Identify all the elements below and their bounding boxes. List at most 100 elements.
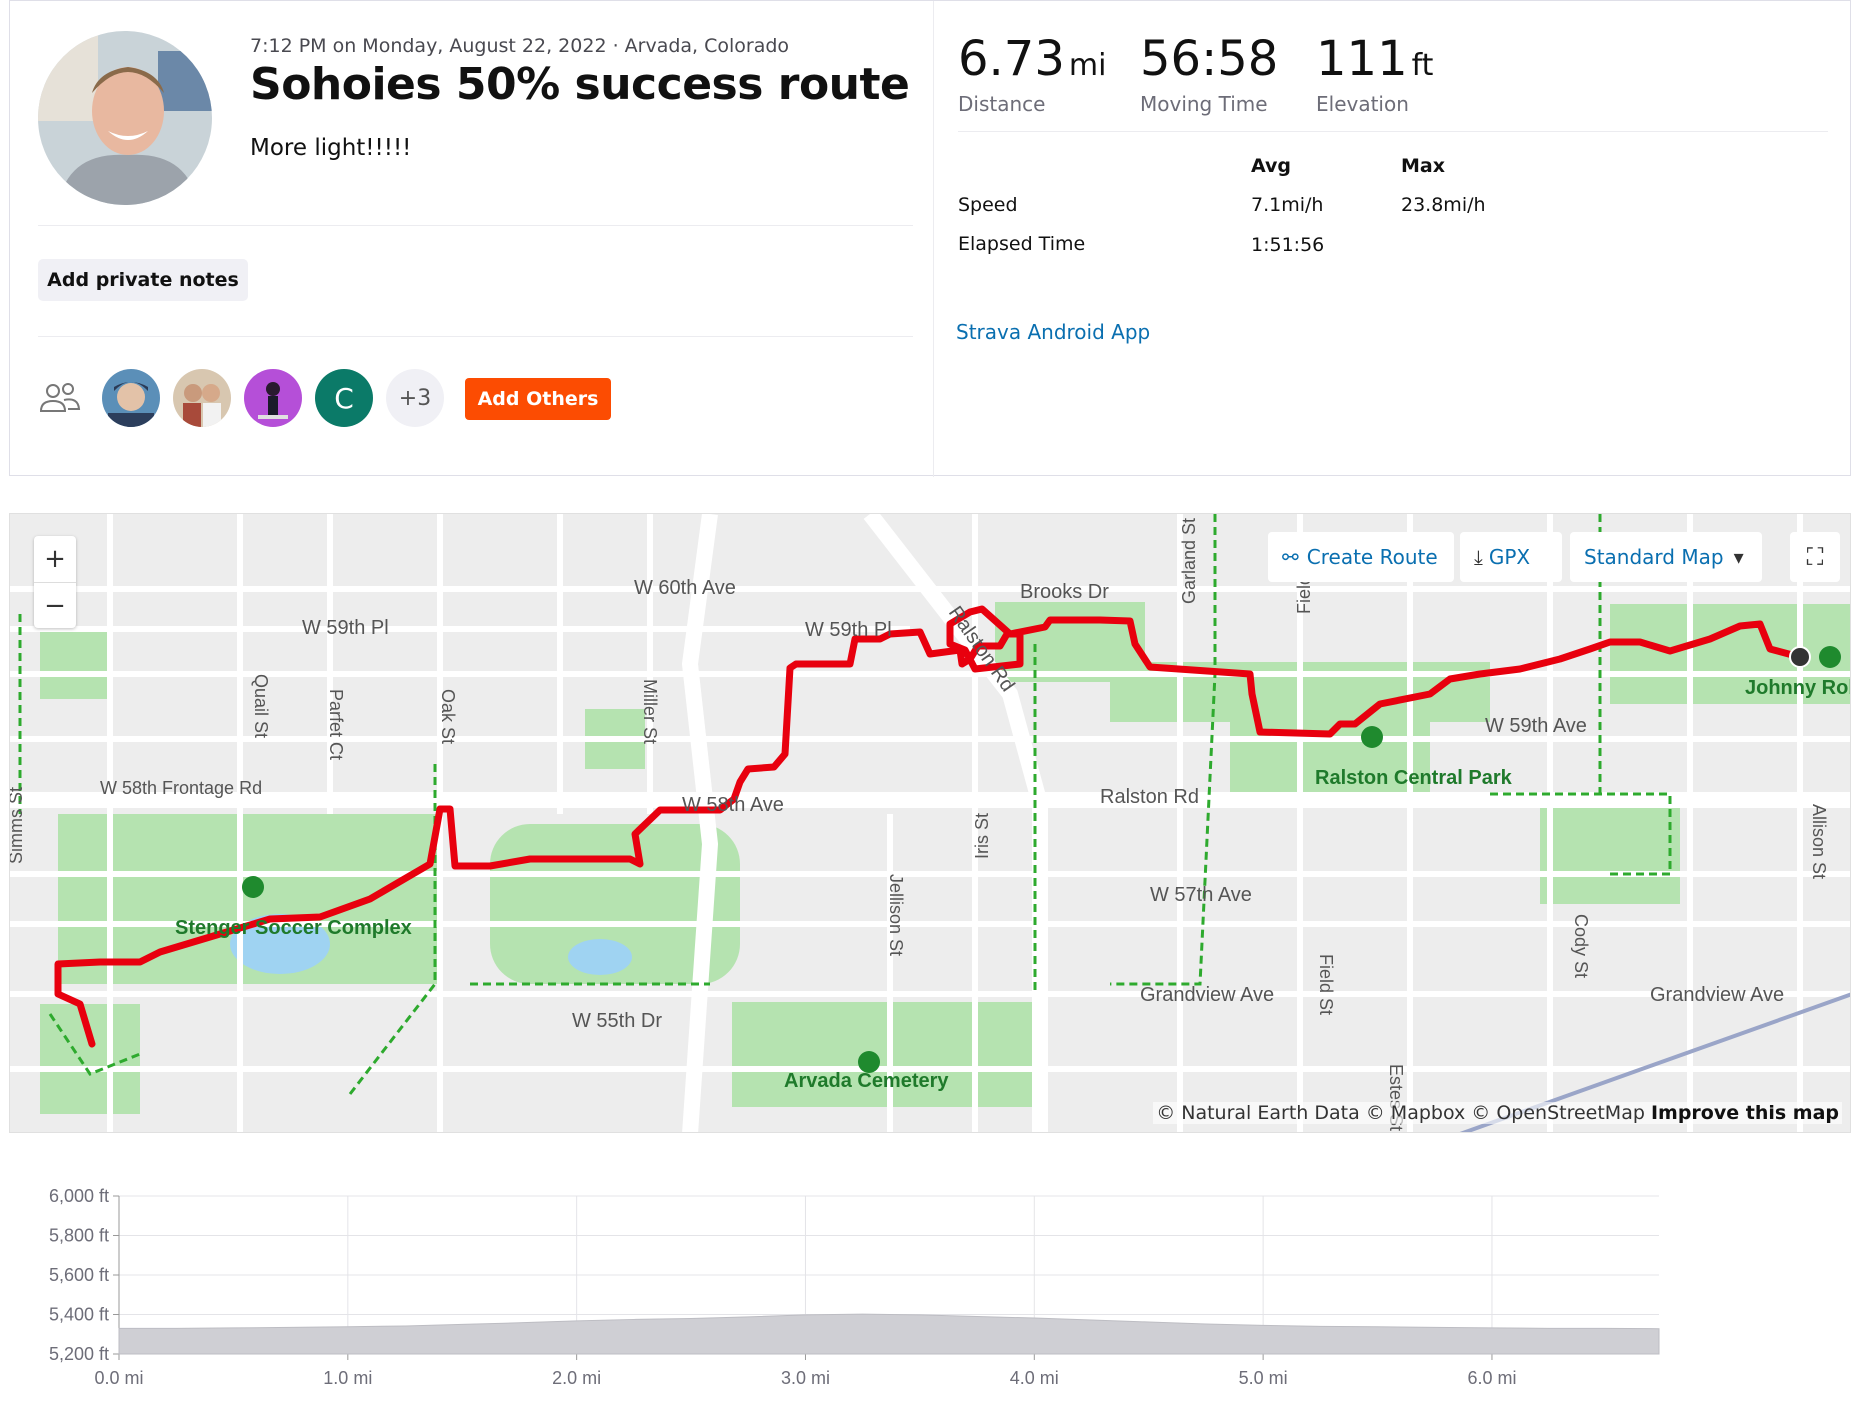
- distance-number: 6.73: [958, 31, 1065, 87]
- divider: [38, 336, 913, 337]
- caret-down-icon: ▾: [1733, 545, 1744, 569]
- route-map[interactable]: W 60th Ave W 59th Pl W 59th Pl Brooks Dr…: [9, 513, 1851, 1133]
- elapsed-time-value: 1:51:56: [1251, 234, 1325, 256]
- street-label: W 55th Dr: [572, 1010, 662, 1032]
- activity-card: 7:12 PM on Monday, August 22, 2022 · Arv…: [9, 0, 1851, 477]
- add-others-button[interactable]: Add Others: [465, 378, 611, 420]
- finish-marker: [1789, 646, 1811, 668]
- elevation-number: 111: [1316, 31, 1408, 87]
- street-label: Grandview Ave: [1140, 984, 1274, 1006]
- x-tick-label: 3.0 mi: [781, 1368, 830, 1388]
- map-attribution: © Natural Earth Data © Mapbox © OpenStre…: [1153, 1102, 1842, 1124]
- street-label: Garland St: [1179, 518, 1199, 604]
- street-label: Oak St: [438, 689, 458, 744]
- add-private-notes-button[interactable]: Add private notes: [38, 259, 248, 301]
- street-label: Quail St: [251, 674, 271, 738]
- map-style-label: Standard Map: [1584, 545, 1724, 569]
- park-label: Johnny Robinson Memorial Park: [1745, 677, 1851, 699]
- street-label: Field St: [1316, 954, 1336, 1015]
- device-link[interactable]: Strava Android App: [956, 320, 1150, 344]
- max-header: Max: [1401, 155, 1445, 177]
- x-tick-label: 2.0 mi: [552, 1368, 601, 1388]
- street-label: Ralston Rd: [1100, 786, 1199, 808]
- column-divider: [933, 1, 934, 477]
- distance-unit: mi: [1068, 48, 1107, 83]
- street-label: Cody St: [1571, 914, 1591, 978]
- street-label: W 60th Ave: [634, 577, 736, 599]
- elevation-plot[interactable]: 6,000 ft 5,800 ft 5,600 ft 5,400 ft 5,200 ft…: [9, 1146, 1851, 1413]
- y-tick-label: 5,400 ft: [49, 1305, 109, 1325]
- speed-max: 23.8mi/h: [1401, 194, 1486, 216]
- street-label: W 58th Frontage Rd: [100, 778, 262, 798]
- route-icon: ⚯: [1282, 545, 1299, 569]
- elevation-value: 111 ft: [1316, 31, 1433, 87]
- drag-handle[interactable]: [930, 1126, 948, 1132]
- x-tick-label: 4.0 mi: [1010, 1368, 1059, 1388]
- street-label: W 59th Pl: [302, 617, 389, 639]
- y-tick-label: 6,000 ft: [49, 1186, 109, 1206]
- kudos-avatar[interactable]: [102, 369, 160, 427]
- athlete-avatar[interactable]: [38, 31, 212, 205]
- y-tick-label: 5,600 ft: [49, 1265, 109, 1285]
- park-label: Ralston Central Park: [1315, 767, 1513, 789]
- distance-label: Distance: [958, 92, 1046, 116]
- group-icon: [38, 381, 82, 419]
- kudos-avatar-initial[interactable]: C: [315, 369, 373, 427]
- create-route-button[interactable]: ⚯ Create Route: [1268, 532, 1454, 582]
- street-label: Miller St: [640, 679, 660, 744]
- street-label: Jellison St: [886, 874, 906, 956]
- kudos-avatar[interactable]: [173, 369, 231, 427]
- x-tick-label: 5.0 mi: [1239, 1368, 1288, 1388]
- fullscreen-icon: ⛶: [1806, 543, 1824, 571]
- divider: [38, 225, 913, 226]
- speed-avg: 7.1mi/h: [1251, 194, 1324, 216]
- elapsed-time-label: Elapsed Time: [958, 233, 1086, 255]
- avg-header: Avg: [1251, 155, 1292, 177]
- street-label: W 59th Pl: [805, 619, 892, 641]
- zoom-in-button[interactable]: +: [34, 536, 76, 583]
- attribution-text: © Natural Earth Data © Mapbox © OpenStre…: [1156, 1102, 1645, 1124]
- fullscreen-button[interactable]: ⛶: [1790, 532, 1840, 582]
- activity-meta: 7:12 PM on Monday, August 22, 2022 · Arv…: [250, 35, 790, 57]
- street-label: Allison St: [1809, 804, 1829, 879]
- download-icon: ⤓: [1474, 545, 1483, 569]
- activity-title: Sohoies 50% success route: [250, 59, 910, 110]
- park-label: Arvada Cemetery: [784, 1070, 949, 1092]
- moving-time-label: Moving Time: [1140, 92, 1268, 116]
- x-tick-label: 6.0 mi: [1467, 1368, 1516, 1388]
- map-canvas[interactable]: W 60th Ave W 59th Pl W 59th Pl Brooks Dr…: [10, 514, 1851, 1133]
- activity-description: More light!!!!!: [250, 135, 412, 161]
- zoom-control: + −: [34, 536, 76, 628]
- street-label: W 58th Ave: [682, 794, 784, 816]
- x-tick-label: 0.0 mi: [94, 1368, 143, 1388]
- elevation-chart[interactable]: 6,000 ft 5,800 ft 5,600 ft 5,400 ft 5,200 ft…: [9, 1146, 1851, 1413]
- street-label: Brooks Dr: [1020, 581, 1109, 603]
- zoom-out-button[interactable]: −: [34, 583, 76, 629]
- street-label: Parfet Ct: [326, 689, 346, 760]
- kudos-initial: C: [334, 381, 354, 415]
- elevation-area: [118, 1313, 1660, 1355]
- elevation-label: Elevation: [1316, 92, 1409, 116]
- divider: [958, 131, 1828, 132]
- create-route-label: Create Route: [1306, 545, 1438, 569]
- y-tick-label: 5,800 ft: [49, 1226, 109, 1246]
- distance-value: 6.73 mi: [958, 31, 1106, 87]
- map-style-select[interactable]: Standard Map ▾: [1570, 532, 1762, 582]
- street-label: Simms St: [10, 787, 26, 864]
- street-label: W 59th Ave: [1485, 715, 1587, 737]
- improve-map-link[interactable]: Improve this map: [1651, 1102, 1839, 1124]
- speed-label: Speed: [958, 194, 1018, 216]
- more-kudos-count: +3: [398, 385, 432, 411]
- park-label: Stenger Soccer Complex: [175, 917, 412, 939]
- gpx-button[interactable]: ⤓ GPX: [1460, 532, 1562, 582]
- more-kudos[interactable]: +3: [386, 369, 444, 427]
- street-label: Grandview Ave: [1650, 984, 1784, 1006]
- y-tick-label: 5,200 ft: [49, 1344, 109, 1364]
- street-label: Iris St: [972, 813, 992, 859]
- x-tick-label: 1.0 mi: [323, 1368, 372, 1388]
- gpx-label: GPX: [1488, 545, 1531, 569]
- street-label: W 57th Ave: [1150, 884, 1252, 906]
- kudos-avatar[interactable]: [244, 369, 302, 427]
- moving-time-value: 56:58: [1140, 31, 1279, 87]
- elevation-unit: ft: [1411, 48, 1434, 83]
